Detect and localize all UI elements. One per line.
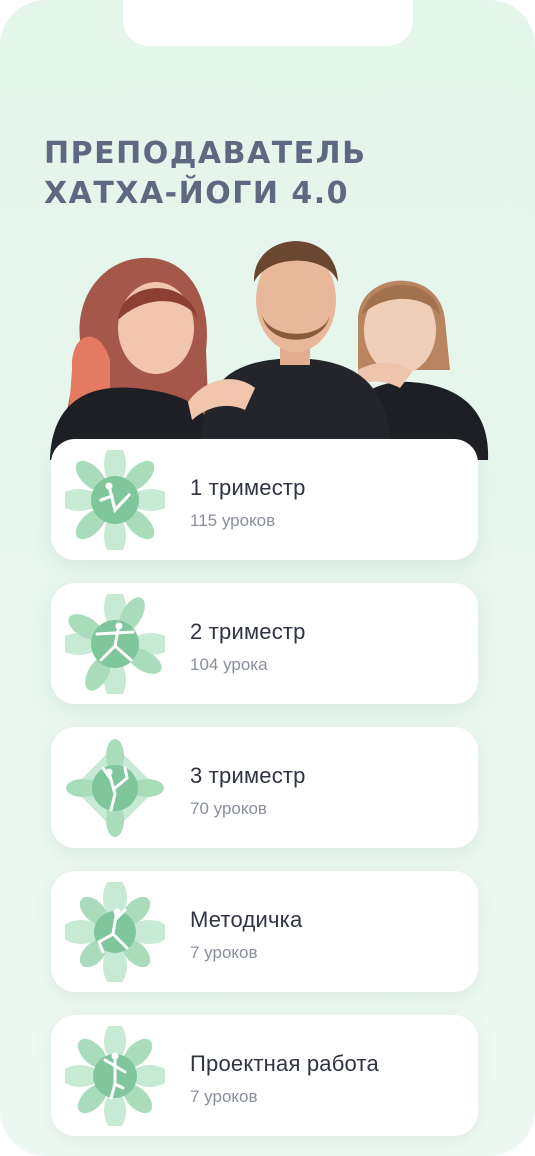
- instructor-left: [50, 257, 220, 460]
- page-title-line-1: ПРЕПОДАВАТЕЛЬ: [44, 136, 367, 171]
- page-title: ПРЕПОДАВАТЕЛЬ ХАТХА-ЙОГИ 4.0: [44, 134, 484, 214]
- course-title: 3 триместр: [190, 763, 306, 788]
- phone-screen: ПРЕПОДАВАТЕЛЬ ХАТХА-ЙОГИ 4.0 1 триместр …: [0, 0, 535, 1156]
- yoga-dancer-pose-icon: [66, 739, 164, 837]
- yoga-standing-pose-icon: [65, 1026, 165, 1126]
- course-title: Методичка: [190, 907, 303, 932]
- course-title: 2 триместр: [190, 619, 306, 644]
- course-lessons-count: 104 урока: [190, 655, 268, 674]
- course-lessons-count: 115 уроков: [190, 511, 276, 530]
- yoga-boat-pose-icon: [65, 450, 165, 550]
- course-card-4[interactable]: Методичка 7 уроков: [51, 871, 478, 992]
- course-title: Проектная работа: [190, 1051, 379, 1076]
- page-title-line-2: ХАТХА-ЙОГИ 4.0: [44, 176, 350, 211]
- yoga-warrior-pose-icon: [65, 594, 165, 694]
- course-lessons-count: 70 уроков: [190, 799, 267, 818]
- course-lessons-count: 7 уроков: [190, 1087, 258, 1106]
- course-card-5[interactable]: Проектная работа 7 уроков: [51, 1015, 478, 1136]
- yoga-lunge-pose-icon: [65, 882, 165, 982]
- course-card-1[interactable]: 1 триместр 115 уроков: [51, 439, 478, 560]
- instructors-photo: [50, 241, 489, 460]
- course-card-3[interactable]: 3 триместр 70 уроков: [51, 727, 478, 848]
- phone-notch: [123, 0, 413, 46]
- course-title: 1 триместр: [190, 475, 306, 500]
- course-lessons-count: 7 уроков: [190, 943, 258, 962]
- course-card-2[interactable]: 2 триместр 104 урока: [51, 583, 478, 704]
